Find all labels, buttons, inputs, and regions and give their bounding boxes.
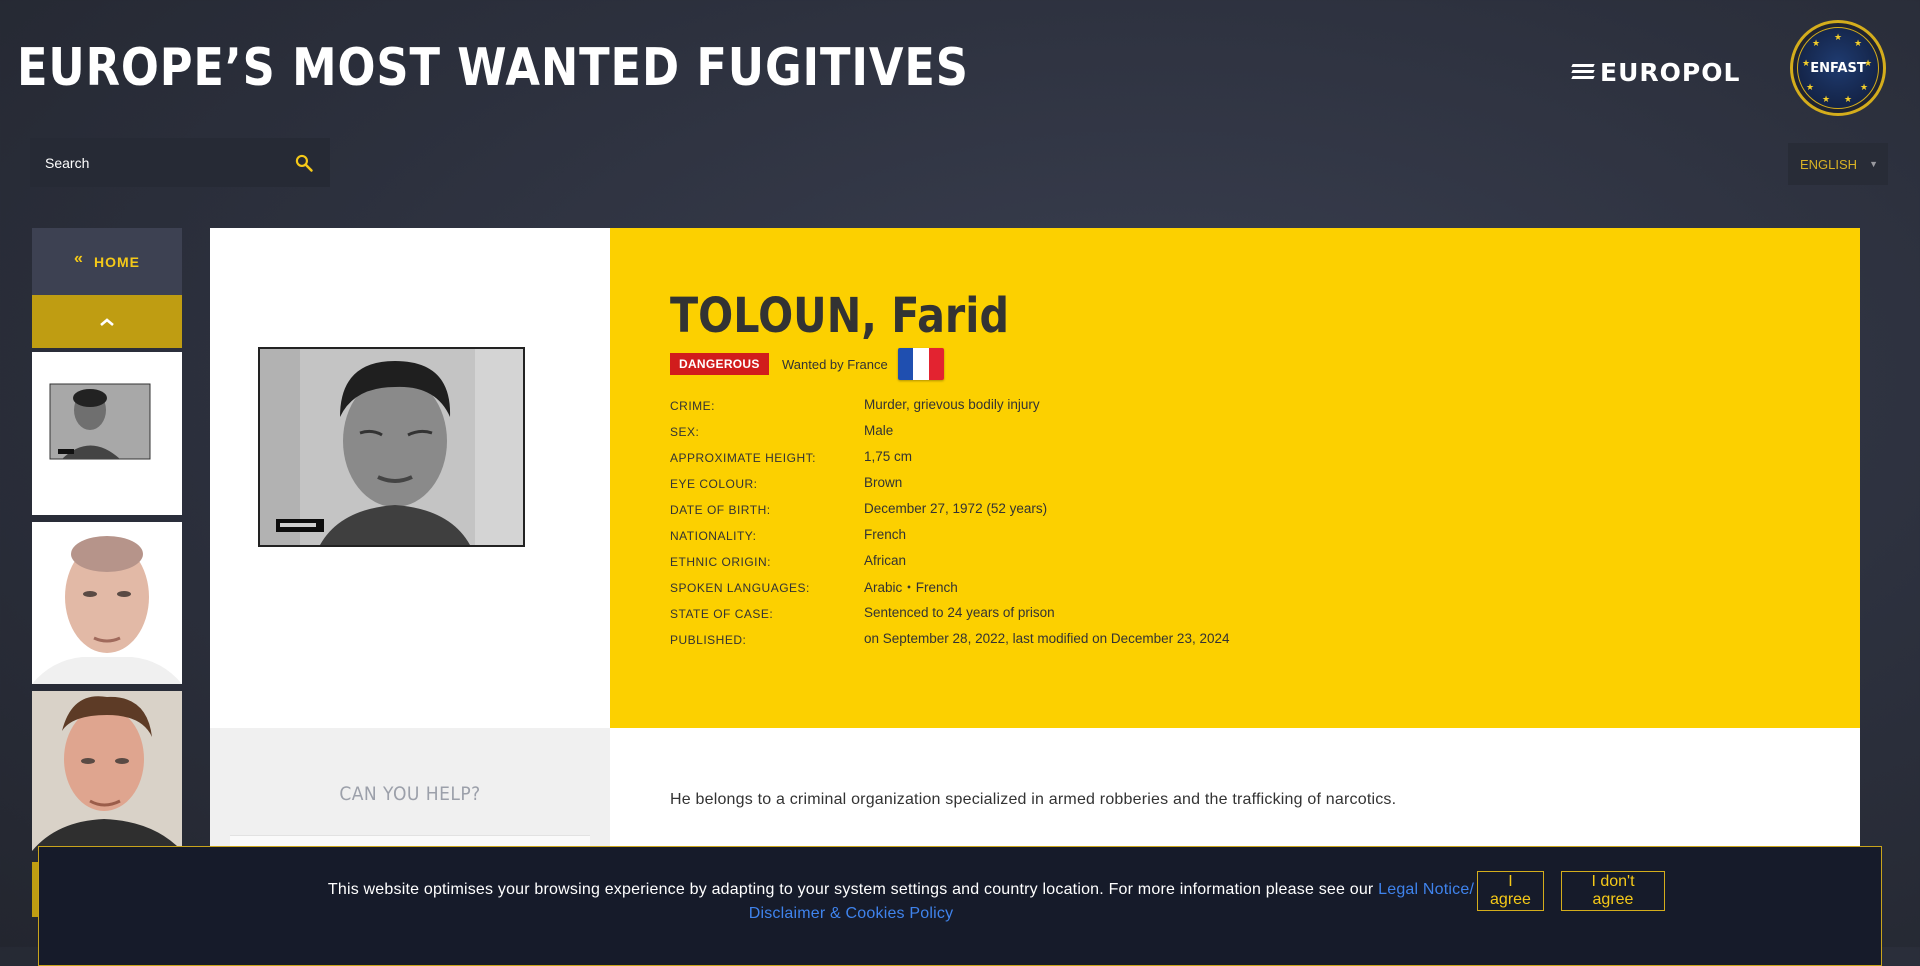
fact-row-published: PUBLISHED: on September 28, 2022, last m… (670, 627, 1229, 653)
fugitive-facts: CRIME: Murder, grievous bodily injury SE… (670, 393, 1229, 653)
fact-row-eye-colour: EYE COLOUR: Brown (670, 471, 1229, 497)
fugitive-photo (32, 522, 182, 684)
fact-value: Brown (864, 474, 903, 490)
fact-label: ETHNIC ORIGIN: (670, 555, 772, 569)
europol-mark-icon (1571, 63, 1595, 81)
caret-down-icon: ▼ (1869, 159, 1878, 169)
europol-logo-text: EUROPOL (1600, 57, 1741, 87)
search-input[interactable] (30, 153, 294, 172)
fact-value: Sentenced to 24 years of prison (864, 604, 1055, 620)
star-icon: ★ (1802, 58, 1811, 68)
fugitive-thumbnail[interactable] (32, 352, 182, 515)
enfast-logo[interactable]: ★ ★ ★ ★ ★ ★ ★ ★ ★ ENFAST (1790, 20, 1886, 116)
cookies-policy-link[interactable]: Disclaimer & Cookies Policy (749, 905, 954, 922)
fact-value: Murder, grievous bodily injury (864, 396, 1040, 412)
language-select[interactable]: ENGLISH ▼ (1788, 143, 1888, 185)
star-icon: ★ (1806, 82, 1815, 92)
home-button[interactable]: « HOME (32, 228, 182, 295)
scroll-up-button[interactable] (32, 295, 182, 348)
dangerous-badge: DANGEROUS (670, 353, 769, 375)
enfast-logo-text: ENFAST (1810, 60, 1866, 76)
cookie-banner: This website optimises your browsing exp… (38, 846, 1882, 966)
fact-label: DATE OF BIRTH: (670, 503, 771, 517)
fugitive-photo (49, 383, 151, 460)
fact-label: CRIME: (670, 399, 715, 413)
star-icon: ★ (1854, 38, 1863, 48)
search-icon[interactable] (294, 153, 314, 173)
fact-label: PUBLISHED: (670, 633, 747, 647)
fugitive-photo (32, 691, 182, 851)
europol-logo[interactable]: EUROPOL (1571, 57, 1741, 87)
fact-row-height: APPROXIMATE HEIGHT: 1,75 cm (670, 445, 1229, 471)
fact-label: SEX: (670, 425, 700, 439)
enfast-emblem: ★ ★ ★ ★ ★ ★ ★ ★ ★ ENFAST (1797, 27, 1879, 109)
fact-label: NATIONALITY: (670, 529, 757, 543)
fugitive-photo (260, 349, 523, 545)
fact-label: STATE OF CASE: (670, 607, 774, 621)
star-icon: ★ (1834, 32, 1843, 42)
fact-label: SPOKEN LANGUAGES: (670, 581, 810, 595)
double-chevron-left-icon: « (74, 249, 84, 267)
site-title: EUROPE’S MOST WANTED FUGITIVES (17, 38, 969, 98)
fugitive-main-photo (258, 347, 525, 547)
fugitive-description: He belongs to a criminal organization sp… (670, 791, 1397, 808)
star-icon: ★ (1844, 94, 1853, 104)
home-button-label: HOME (93, 253, 140, 270)
help-title: CAN YOU HELP? (339, 783, 481, 805)
fact-value: Male (864, 422, 894, 438)
disagree-button[interactable]: I don't agree (1561, 871, 1665, 911)
agree-button[interactable]: I agree (1477, 871, 1544, 911)
legal-notice-link[interactable]: Legal Notice/ (1378, 881, 1474, 898)
fact-label: EYE COLOUR: (670, 477, 758, 491)
fact-value: African (864, 552, 907, 568)
search-box (30, 138, 330, 187)
fact-row-crime: CRIME: Murder, grievous bodily injury (670, 393, 1229, 419)
fact-row-date-of-birth: DATE OF BIRTH: December 27, 1972 (52 yea… (670, 497, 1229, 523)
language-selected: ENGLISH (1800, 156, 1858, 172)
fact-row-nationality: NATIONALITY: French (670, 523, 1229, 549)
star-icon: ★ (1822, 94, 1831, 104)
fugitive-thumbnail[interactable] (32, 522, 182, 684)
wanted-by-text: Wanted by France (782, 357, 888, 372)
fact-row-ethnic-origin: ETHNIC ORIGIN: African (670, 549, 1229, 575)
fact-value: on September 28, 2022, last modified on … (864, 630, 1230, 646)
cookie-text: This website optimises your browsing exp… (327, 881, 1374, 898)
fact-value: Arabic・French (864, 580, 958, 595)
star-icon: ★ (1860, 82, 1869, 92)
star-icon: ★ (1812, 38, 1821, 48)
fact-value: French (864, 526, 907, 542)
fugitive-thumbnail[interactable] (32, 691, 182, 851)
fact-row-state-of-case: STATE OF CASE: Sentenced to 24 years of … (670, 601, 1229, 627)
france-flag-icon (898, 348, 944, 380)
fact-label: APPROXIMATE HEIGHT: (670, 451, 816, 465)
fugitive-name: TOLOUN, Farid (670, 288, 1009, 344)
chevron-up-icon (100, 317, 114, 326)
fact-value: December 27, 1972 (52 years) (864, 500, 1048, 516)
profile-details-panel: TOLOUN, Farid DANGEROUS Wanted by France… (610, 228, 1860, 728)
sidebar: « HOME (32, 228, 182, 851)
fact-row-sex: SEX: Male (670, 419, 1229, 445)
fact-row-spoken-languages: SPOKEN LANGUAGES: Arabic・French (670, 575, 1229, 601)
fact-value: 1,75 cm (864, 448, 913, 464)
